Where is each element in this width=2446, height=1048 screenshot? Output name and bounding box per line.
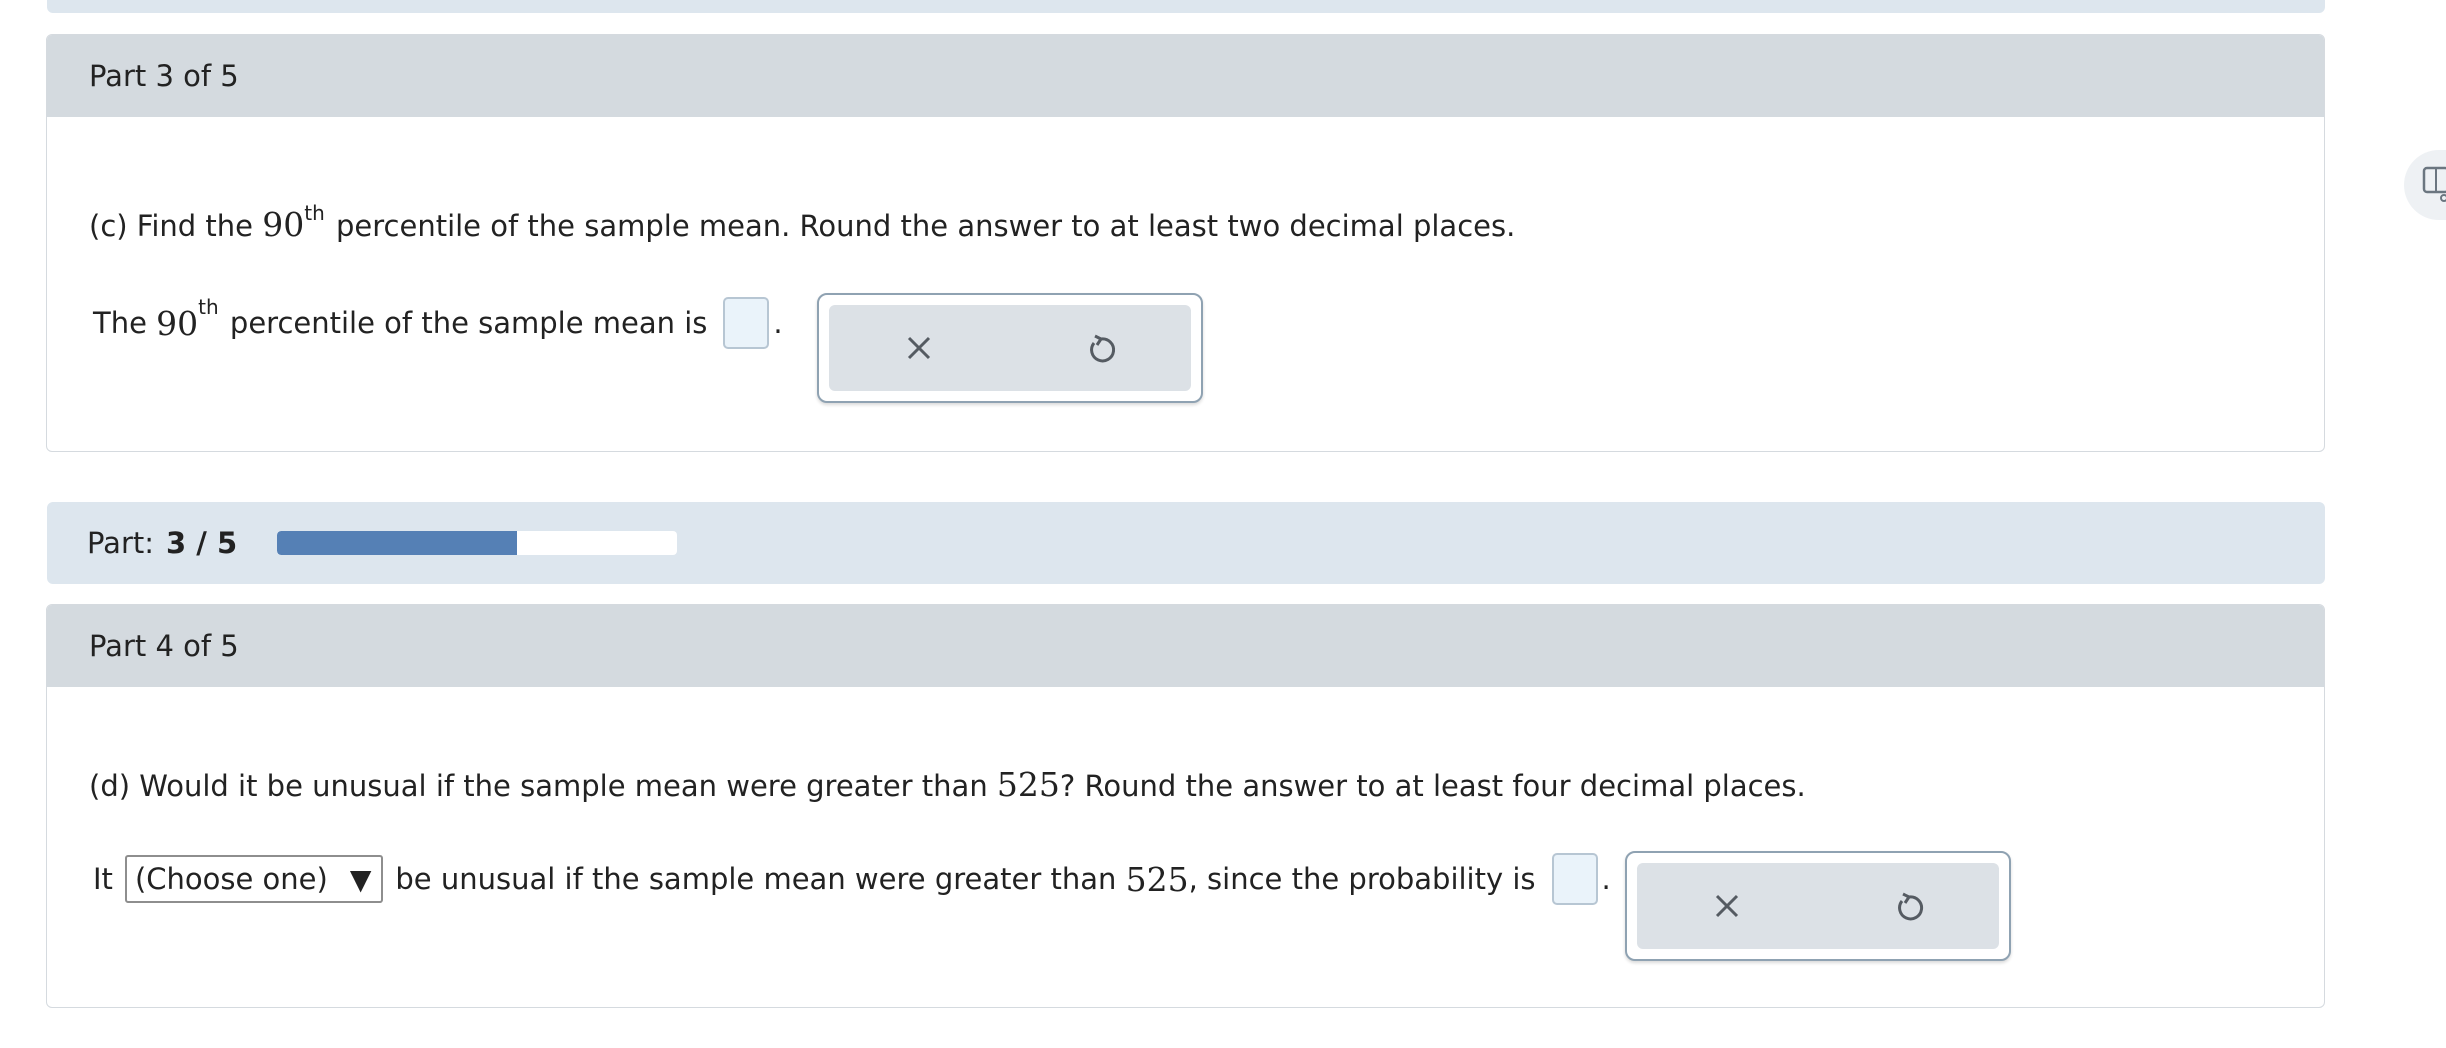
part-4-card: Part 4 of 5 (d) Would it be unusual if t…: [46, 604, 2325, 1008]
question-text-suffix: ? Round the answer to at least four deci…: [1059, 769, 1806, 803]
answer-period: .: [1601, 862, 1611, 896]
undo-icon: [1898, 892, 1924, 921]
progress-value: 3 / 5: [166, 526, 238, 560]
close-icon: [1715, 894, 1739, 918]
part-3-header: Part 3 of 5: [47, 35, 2324, 117]
page: Part 3 of 5 (c) Find the 90th percentile…: [0, 0, 2446, 1048]
tool-panel-inner: [1637, 863, 1999, 949]
answer-number: 90: [156, 303, 199, 343]
part-4-header: Part 4 of 5: [47, 605, 2324, 687]
probability-answer-input[interactable]: [1551, 853, 1598, 905]
part-3-card: Part 3 of 5 (c) Find the 90th percentile…: [46, 34, 2325, 452]
undo-icon: [1090, 334, 1116, 363]
answer-text-suffix: , since the probability is: [1188, 862, 1536, 896]
select-value: (Choose one): [134, 862, 328, 896]
tool-panel-inner: [829, 305, 1191, 391]
progress-fill: [277, 531, 518, 555]
choose-one-select[interactable]: (Choose one) ▼: [124, 855, 384, 903]
side-tools-tab[interactable]: [2404, 150, 2446, 220]
answer-number: 525: [1125, 859, 1189, 899]
progress-track: [277, 531, 678, 555]
answer-superscript: th: [198, 295, 219, 319]
part-3-answer-line: The 90th percentile of the sample mean i…: [93, 295, 785, 349]
close-icon: [907, 336, 931, 360]
progress-bar-row: Part: 3 / 5: [47, 502, 2325, 584]
part-4-tool-panel: [1625, 851, 2011, 961]
part-3-tool-panel: [817, 293, 1203, 403]
question-text-prefix: (d) Would it be unusual if the sample me…: [89, 769, 988, 803]
answer-text-suffix: percentile of the sample mean is: [229, 306, 708, 340]
part-4-answer-line: It (Choose one) ▼ be unusual if the samp…: [93, 853, 1613, 905]
clear-button[interactable]: [899, 328, 939, 368]
question-text-prefix: (c) Find the: [89, 209, 254, 243]
question-number: 90: [262, 205, 305, 244]
question-superscript: th: [304, 201, 325, 225]
part-4-title: Part 4 of 5: [89, 629, 239, 663]
clear-button[interactable]: [1707, 886, 1747, 926]
undo-button[interactable]: [1889, 886, 1929, 926]
answer-text-prefix: The: [93, 306, 147, 340]
part-3-title: Part 3 of 5: [89, 59, 239, 93]
part-4-question: (d) Would it be unusual if the sample me…: [89, 765, 1806, 804]
answer-text-middle: be unusual if the sample mean were great…: [395, 862, 1117, 896]
tools-icon: [2422, 166, 2446, 202]
answer-text-prefix: It: [93, 862, 113, 896]
progress-label: Part:: [87, 526, 155, 560]
dropdown-arrow-icon: ▼: [349, 862, 372, 896]
undo-button[interactable]: [1081, 328, 1121, 368]
part-3-question: (c) Find the 90th percentile of the samp…: [89, 201, 1516, 244]
question-text-suffix: percentile of the sample mean. Round the…: [336, 209, 1516, 243]
question-number: 525: [996, 765, 1060, 804]
answer-period: .: [773, 306, 783, 340]
previous-section-strip: [47, 0, 2325, 13]
percentile-answer-input[interactable]: [723, 297, 770, 349]
